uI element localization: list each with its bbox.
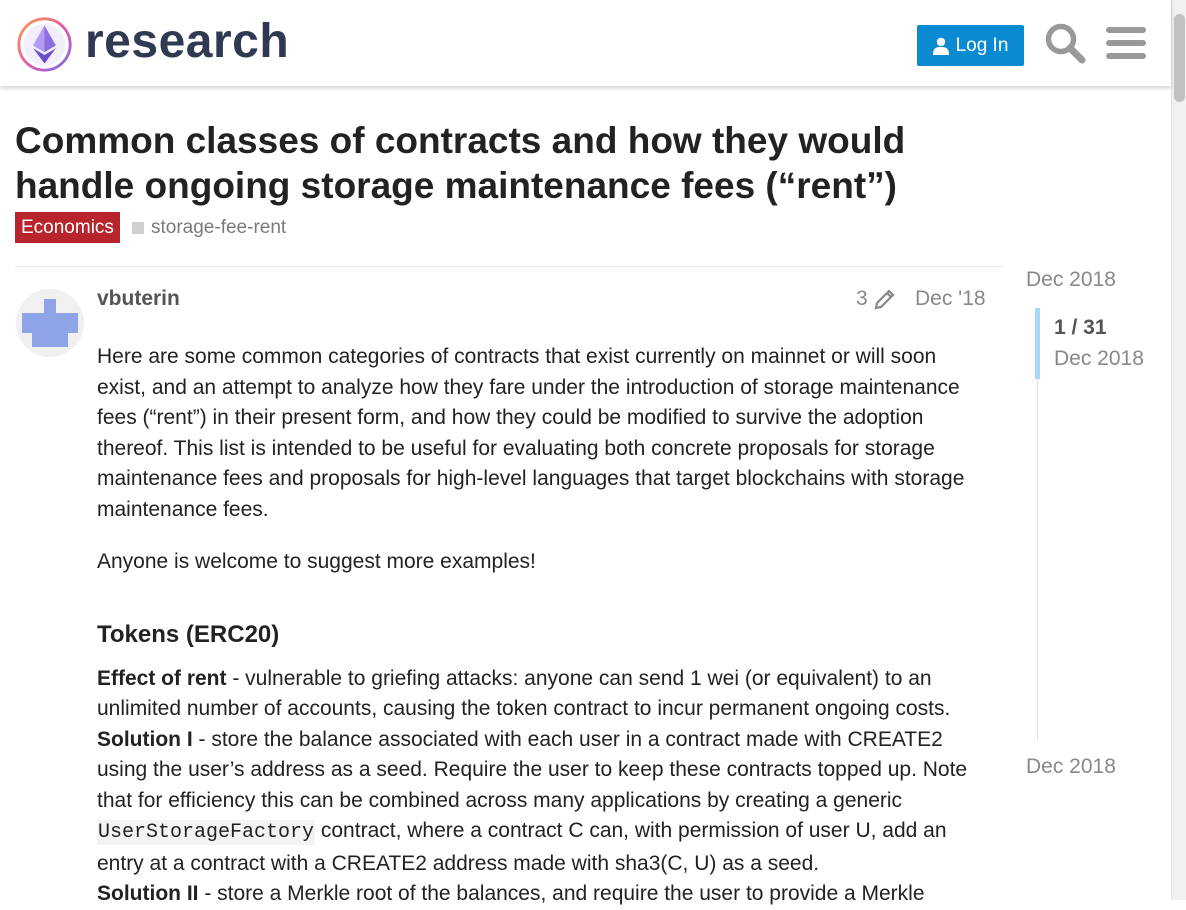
hamburger-menu-icon[interactable] (1106, 26, 1146, 60)
site-header: research Log In (0, 0, 1171, 86)
login-button[interactable]: Log In (917, 25, 1024, 66)
post-body: Here are some common categories of contr… (97, 342, 990, 910)
effect-of-rent-paragraph: Effect of rent - vulnerable to griefing … (97, 664, 990, 725)
pencil-icon (874, 289, 895, 310)
solution-1-label: Solution I (97, 727, 193, 751)
post-edit-history[interactable]: 3 (856, 287, 896, 311)
search-icon[interactable] (1044, 22, 1086, 64)
topic-timeline[interactable]: Dec 2018 1 / 31 Dec 2018 Dec 2018 (1026, 268, 1171, 788)
page-scrollbar[interactable] (1171, 0, 1186, 900)
topic-tag-label: storage-fee-rent (151, 216, 287, 238)
site-logo-text: research (85, 15, 290, 68)
timeline-position: 1 / 31 (1054, 316, 1107, 339)
timeline-position-date: Dec 2018 (1054, 347, 1144, 370)
post-username[interactable]: vbuterin (97, 286, 180, 312)
ethereum-research-logo-icon (17, 17, 72, 72)
user-storage-factory-code: UserStorageFactory (97, 820, 316, 845)
login-button-label: Log In (955, 34, 1009, 56)
post-invite-paragraph: Anyone is welcome to suggest more exampl… (97, 550, 536, 573)
solution-1-paragraph: Solution I - store the balance associate… (97, 725, 990, 880)
post-intro-paragraph: Here are some common categories of contr… (97, 345, 965, 521)
category-badge[interactable]: Economics (15, 212, 120, 243)
effect-label: Effect of rent (97, 666, 227, 690)
post-date[interactable]: Dec '18 (915, 286, 986, 312)
section-heading: Tokens (ERC20) (97, 620, 280, 648)
avatar[interactable] (16, 289, 84, 357)
timeline-end-date[interactable]: Dec 2018 (1026, 755, 1116, 779)
avatar-identicon-icon (16, 289, 84, 357)
solution-2-text: - store a Merkle root of the balances, a… (198, 882, 925, 905)
solution-1-text-a: - store the balance associated with each… (97, 727, 968, 812)
tag-square-icon (132, 221, 144, 234)
site-logo[interactable]: research (16, 15, 290, 73)
user-icon (932, 37, 949, 55)
topic-tag[interactable]: storage-fee-rent (132, 212, 286, 243)
scrollbar-thumb[interactable] (1174, 14, 1185, 102)
edit-count: 3 (856, 287, 868, 310)
title-divider (15, 266, 1004, 267)
solution-2-paragraph: Solution II - store a Merkle root of the… (97, 879, 990, 910)
timeline-scroll-handle[interactable] (1035, 308, 1040, 379)
topic-title[interactable]: Common classes of contracts and how they… (15, 118, 1005, 208)
timeline-start-date[interactable]: Dec 2018 (1026, 268, 1116, 292)
solution-2-label: Solution II (97, 882, 199, 905)
